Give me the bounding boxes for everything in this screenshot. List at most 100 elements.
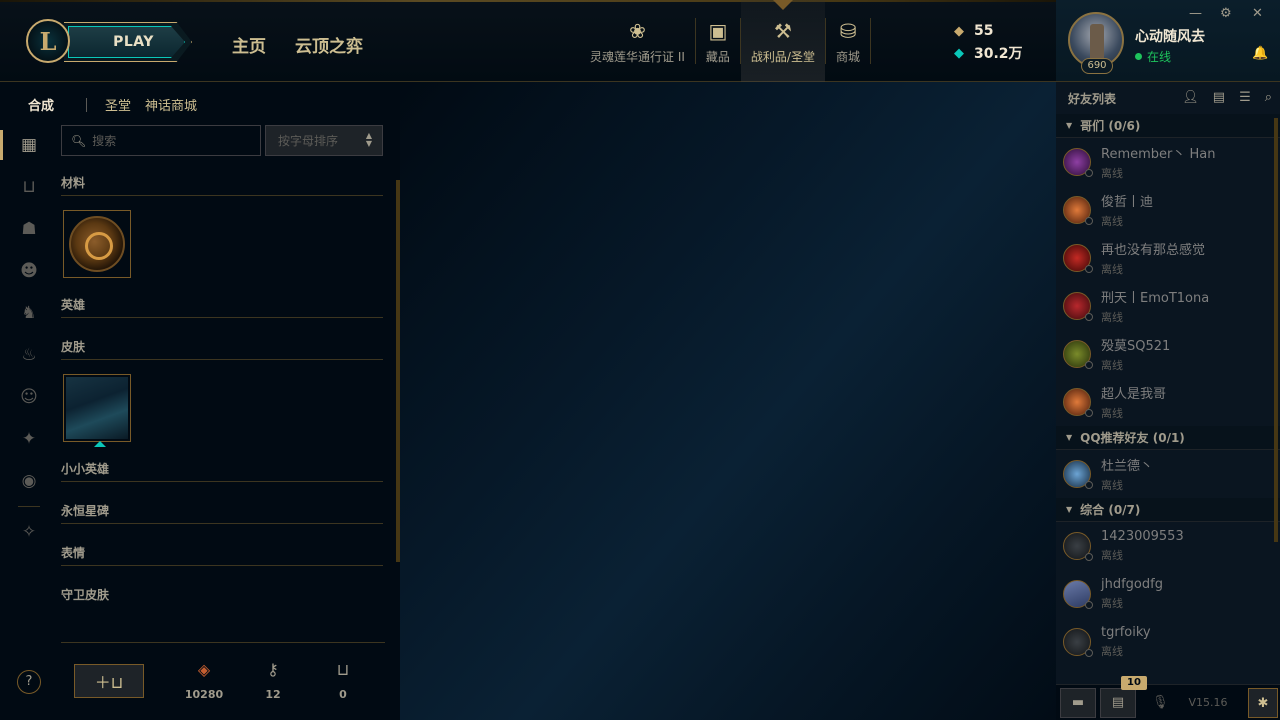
profile-name: 心动随风去 bbox=[1135, 29, 1205, 45]
play-button[interactable]: PLAY bbox=[64, 22, 192, 62]
search-input[interactable]: 🔍︎ bbox=[61, 125, 261, 156]
nav-tft[interactable]: 云顶之弈 bbox=[295, 32, 363, 57]
loot-subtabs: 合成 圣堂 神话商城 bbox=[28, 95, 211, 114]
profile-status[interactable]: 在线 bbox=[1135, 48, 1171, 65]
list-view-icon[interactable]: ☰ bbox=[1239, 90, 1251, 105]
sort-dropdown[interactable]: 按字母排序 ▲ ▼ bbox=[265, 125, 383, 156]
bug-report-icon[interactable]: ✱ bbox=[1248, 688, 1278, 718]
gear-icon[interactable]: ⚙ bbox=[1220, 6, 1232, 21]
close-icon[interactable]: ✕ bbox=[1252, 6, 1263, 21]
search-field[interactable] bbox=[92, 133, 253, 148]
lotus-icon: ❀ bbox=[629, 18, 646, 43]
notifications-button[interactable]: ▤ 10 bbox=[1100, 675, 1147, 718]
tab-divider bbox=[86, 97, 88, 112]
search-icon: 🔍︎ bbox=[71, 133, 87, 148]
tab-mythic-shop[interactable]: 神话商城 bbox=[145, 95, 197, 114]
coins-icon: ⛁ bbox=[839, 18, 857, 43]
currency-display[interactable]: ◆ 55 ◆ 30.2万 bbox=[950, 20, 1023, 64]
tab-sanctum[interactable]: 圣堂 bbox=[105, 95, 131, 114]
friend-group-header[interactable]: ▼ QQ推荐好友 (0/1) bbox=[1056, 426, 1280, 450]
loot-item-skin[interactable] bbox=[63, 374, 131, 447]
friend-row[interactable]: 超人是我哥 离线 bbox=[1056, 378, 1280, 426]
nav-loot[interactable]: ⚒ 战利品/圣堂 bbox=[740, 0, 825, 82]
friend-row[interactable]: 杜兰德丶 离线 bbox=[1056, 450, 1280, 498]
bell-icon[interactable]: 🔔 bbox=[1252, 46, 1268, 61]
friend-status: 离线 bbox=[1101, 263, 1123, 276]
add-friend-icon[interactable]: 👤︎ bbox=[1182, 90, 1199, 105]
collapse-triangle-icon: ▼ bbox=[1066, 433, 1073, 442]
flame-icon[interactable]: ♨ bbox=[0, 334, 58, 376]
category-eternals: 永恒星碑 bbox=[61, 502, 383, 524]
friend-avatar bbox=[1063, 388, 1093, 417]
nav-store[interactable]: ⛁ 商城 bbox=[826, 0, 870, 82]
friend-name: tgrfoiky bbox=[1101, 625, 1151, 640]
emote-icon[interactable]: ☺ bbox=[0, 376, 58, 418]
search-icon[interactable]: ⌕ bbox=[1265, 90, 1272, 105]
friend-row[interactable]: Remember丶 Han 离线 bbox=[1056, 138, 1280, 186]
friend-avatar bbox=[1063, 292, 1093, 321]
friend-status: 离线 bbox=[1101, 407, 1123, 420]
friends-scrollbar[interactable] bbox=[1274, 118, 1278, 542]
category-materials: 材料 bbox=[61, 174, 383, 196]
notifications-icon: ▤ bbox=[1111, 695, 1125, 710]
microphone-icon[interactable]: 🎙︎ bbox=[1152, 695, 1169, 710]
league-logo-icon[interactable]: L bbox=[26, 19, 70, 63]
mask-icon[interactable]: ☻ bbox=[0, 250, 58, 292]
category-champions: 英雄 bbox=[61, 296, 383, 318]
loot-scrollbar[interactable] bbox=[396, 180, 400, 562]
grid-icon[interactable]: ▦ bbox=[0, 124, 58, 166]
profile-panel: 690 心动随风去 在线 — ⚙ ✕ 🔔 bbox=[1056, 0, 1280, 82]
chest-icon: ⊔ bbox=[336, 660, 350, 679]
friends-footer: ▬ ▤ 10 🎙︎ V15.16 ✱ bbox=[1056, 675, 1280, 720]
friend-row[interactable]: 刑天丨EmoT1ona 离线 bbox=[1056, 282, 1280, 330]
nav-battle-pass[interactable]: ❀ 灵魂莲华通行证 II bbox=[580, 0, 695, 82]
friend-row[interactable]: 殁莫SQ521 离线 bbox=[1056, 330, 1280, 378]
friend-row[interactable]: 俊哲丨迪 离线 bbox=[1056, 186, 1280, 234]
helmet-icon[interactable]: ☗ bbox=[0, 208, 58, 250]
profile-icon[interactable]: ◉ bbox=[0, 460, 58, 502]
friend-avatar bbox=[1063, 628, 1093, 657]
chest-counter: ⊔ 0 bbox=[313, 660, 373, 701]
bottom-divider bbox=[61, 642, 385, 643]
friends-header: 好友列表 👤︎ ▤ ☰ ⌕ bbox=[1056, 82, 1280, 114]
friend-group-header[interactable]: ▼ 哥们 (0/6) bbox=[1056, 114, 1280, 138]
nav-store-label: 商城 bbox=[835, 49, 860, 64]
chest-value: 0 bbox=[339, 688, 347, 701]
chat-button[interactable]: ▬ bbox=[1060, 687, 1096, 718]
briefcase-icon: ▣ bbox=[708, 18, 728, 43]
friend-name: 杜兰德丶 bbox=[1101, 459, 1154, 474]
help-button[interactable]: ? bbox=[17, 670, 41, 694]
loot-item-material[interactable] bbox=[63, 210, 131, 278]
sparkle-icon[interactable]: ✧ bbox=[0, 511, 58, 553]
minimize-icon[interactable]: — bbox=[1189, 6, 1202, 21]
friend-name: jhdfgodfg bbox=[1101, 577, 1163, 592]
active-indicator bbox=[770, 0, 795, 10]
friend-row[interactable]: jhdfgodfg 离线 bbox=[1056, 570, 1280, 618]
pet-icon[interactable]: ♞ bbox=[0, 292, 58, 334]
nav-icon-group: ❀ 灵魂莲华通行证 II ▣ 藏品 ⚒ 战利品/圣堂 ⛁ 商城 bbox=[580, 0, 871, 82]
friend-row[interactable]: 1423009553 离线 bbox=[1056, 522, 1280, 570]
friend-status: 离线 bbox=[1101, 167, 1123, 180]
chest-icon[interactable]: ⊔ bbox=[0, 166, 58, 208]
chat-icon: ▬ bbox=[1071, 695, 1085, 710]
collapse-triangle-icon: ▼ bbox=[1066, 505, 1073, 514]
friend-name: 俊哲丨迪 bbox=[1101, 195, 1154, 210]
notification-badge: 10 bbox=[1121, 675, 1147, 690]
nav-collection[interactable]: ▣ 藏品 bbox=[696, 0, 740, 82]
craft-key-button[interactable]: ＋⊔ bbox=[74, 664, 144, 698]
blue-essence-icon: ◆ bbox=[954, 45, 964, 61]
friend-avatar bbox=[1063, 580, 1093, 609]
friend-group-header[interactable]: ▼ 综合 (0/7) bbox=[1056, 498, 1280, 522]
friend-row[interactable]: 再也没有那总感觉 离线 bbox=[1056, 234, 1280, 282]
tab-crafting[interactable]: 合成 bbox=[28, 95, 54, 114]
orange-essence-value: 10280 bbox=[184, 688, 224, 701]
ward-icon[interactable]: ✦ bbox=[0, 418, 58, 460]
category-emotes: 表情 bbox=[61, 544, 383, 566]
hammer-icon: ⚒ bbox=[773, 18, 792, 43]
add-folder-icon[interactable]: ▤ bbox=[1213, 90, 1225, 105]
friend-status: 离线 bbox=[1101, 311, 1123, 324]
nav-collection-label: 藏品 bbox=[705, 49, 730, 64]
friend-name: Remember丶 Han bbox=[1101, 147, 1216, 162]
nav-home[interactable]: 主页 bbox=[232, 32, 266, 57]
friend-row[interactable]: tgrfoiky 离线 bbox=[1056, 618, 1280, 666]
